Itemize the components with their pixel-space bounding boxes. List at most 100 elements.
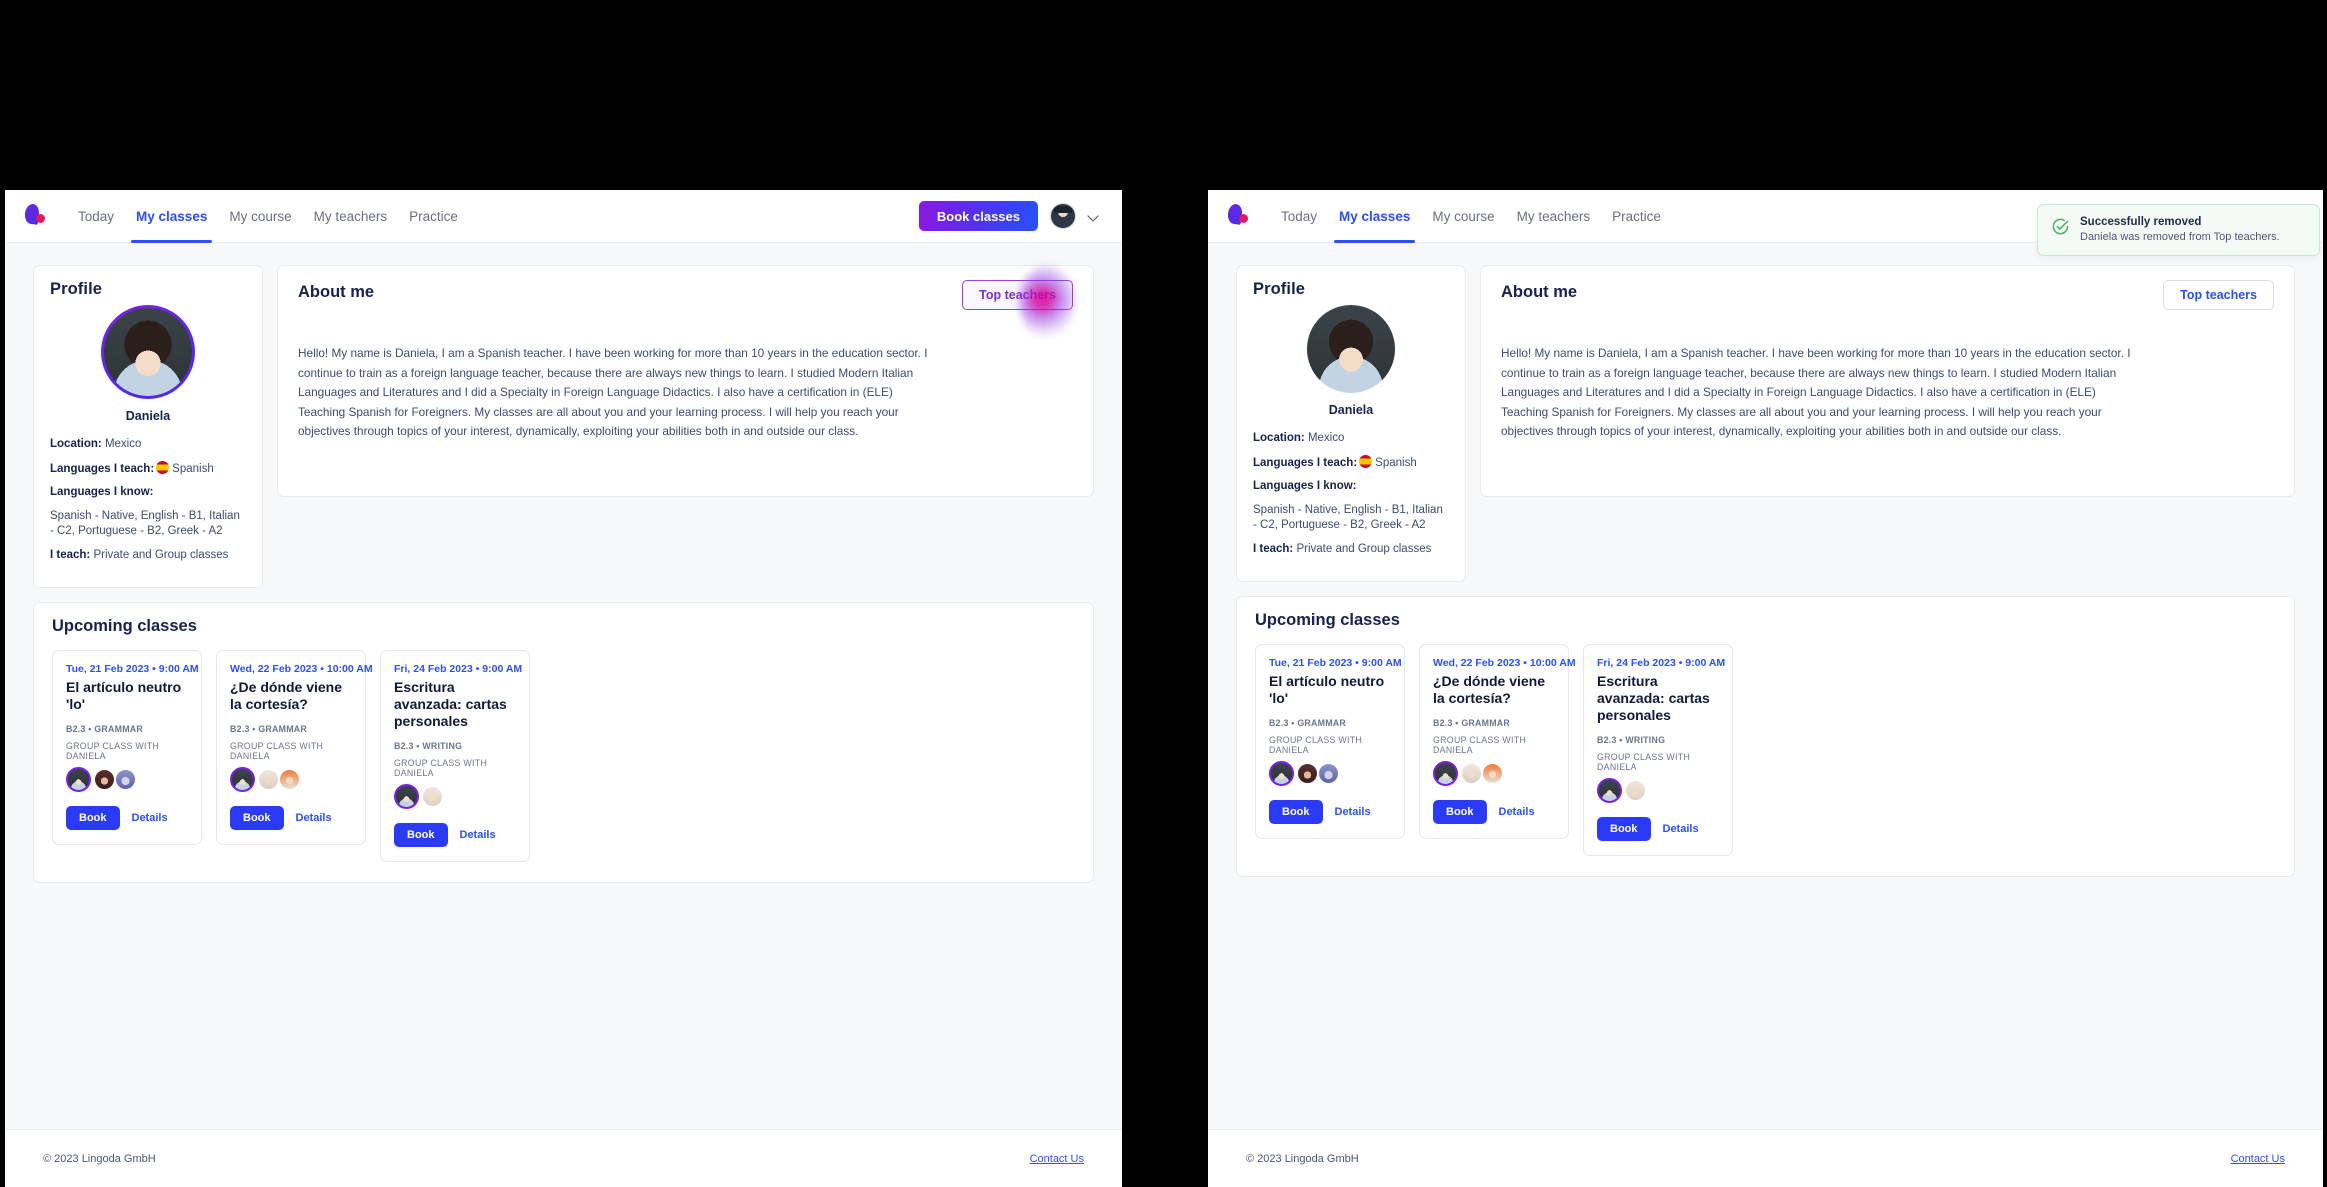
profile-knows-label: Languages I know: <box>1253 479 1449 495</box>
upcoming-classes-card: Upcoming classes Tue, 21 Feb 2023 • 9:00… <box>1236 596 2295 878</box>
profile-avatar-wrap <box>1253 305 1449 393</box>
class-actions: Book Details <box>1269 800 1391 825</box>
details-link[interactable]: Details <box>296 812 332 824</box>
location-label: Location: <box>50 438 102 450</box>
nav-item-my-course[interactable]: My course <box>1421 190 1505 242</box>
page-content: Profile Daniela Location: Mexico Languag… <box>1208 243 2323 878</box>
class-title: ¿De dónde viene la cortesía? <box>230 679 343 713</box>
attendee-avatar <box>1269 760 1294 786</box>
main-nav: Today My classes My course My teachers P… <box>1270 190 1672 243</box>
details-link[interactable]: Details <box>1663 823 1699 835</box>
profile-location: Location: Mexico <box>1253 431 1449 447</box>
details-link[interactable]: Details <box>1335 806 1371 818</box>
book-classes-button[interactable]: Book classes <box>918 201 1038 231</box>
success-toast: Successfully removed Daniela was removed… <box>2037 204 2320 257</box>
class-card[interactable]: Wed, 22 Feb 2023 • 10:00 AM ¿De dónde vi… <box>1419 644 1576 840</box>
class-card[interactable]: Tue, 21 Feb 2023 • 9:00 AM El artículo n… <box>1255 644 1405 840</box>
class-group-info: GROUP CLASS WITH DANIELA <box>230 741 324 762</box>
class-level-category: B2.3 • WRITING <box>1597 735 1719 745</box>
class-level: B2.3 • <box>1269 718 1295 729</box>
attendee-avatar <box>422 785 443 807</box>
teach-value: Spanish <box>172 462 214 475</box>
nav-item-today[interactable]: Today <box>1270 190 1328 242</box>
class-card[interactable]: Wed, 22 Feb 2023 • 10:00 AM ¿De dónde vi… <box>216 650 373 846</box>
details-link[interactable]: Details <box>460 829 496 841</box>
details-link[interactable]: Details <box>1499 806 1535 818</box>
attendee-avatars <box>66 766 188 792</box>
nav-item-today[interactable]: Today <box>67 190 125 242</box>
know-label: Languages I know: <box>1253 480 1357 493</box>
class-card[interactable]: Fri, 24 Feb 2023 • 9:00 AM Escritura ava… <box>1583 644 1733 857</box>
about-title: About me <box>298 283 375 301</box>
book-button[interactable]: Book <box>1433 800 1487 825</box>
book-button[interactable]: Book <box>1597 817 1651 842</box>
nav-item-my-teachers[interactable]: My teachers <box>303 190 399 242</box>
profile-about-row: Profile Daniela Location: Mexico Languag… <box>1236 265 2295 583</box>
chevron-down-icon[interactable] <box>1088 210 1100 222</box>
nav-item-my-teachers[interactable]: My teachers <box>1506 190 1602 242</box>
details-link[interactable]: Details <box>132 812 168 824</box>
top-bar-actions: Book classes <box>918 201 1122 231</box>
attendee-avatars <box>1269 760 1391 786</box>
lingoda-logo-icon[interactable] <box>23 201 53 231</box>
book-button[interactable]: Book <box>230 806 284 831</box>
contact-us-link[interactable]: Contact Us <box>1030 1153 1084 1165</box>
iteach-value: Private and Group classes <box>1296 542 1432 555</box>
toast-text-wrap: Successfully removed Daniela was removed… <box>2080 216 2280 244</box>
class-level-category: B2.3 • GRAMMAR <box>230 724 352 734</box>
left-browser-panel: Today My classes My course My teachers P… <box>5 190 1122 1187</box>
nav-item-practice[interactable]: Practice <box>1601 190 1672 242</box>
iteach-label: I teach: <box>50 548 91 561</box>
class-level-category: B2.3 • GRAMMAR <box>1269 718 1391 728</box>
class-card-row: Tue, 21 Feb 2023 • 9:00 AM El artículo n… <box>52 650 1075 863</box>
top-teachers-button[interactable]: Top teachers <box>962 280 1073 310</box>
book-button[interactable]: Book <box>66 806 120 831</box>
nav-item-my-course[interactable]: My course <box>218 190 302 242</box>
class-level: B2.3 • <box>1597 735 1623 746</box>
attendee-avatar <box>279 768 300 790</box>
logo-dot-shape <box>36 214 45 223</box>
spain-flag-icon <box>156 460 170 474</box>
main-nav: Today My classes My course My teachers P… <box>67 190 469 243</box>
class-group-info: GROUP CLASS WITH DANIELA <box>1269 735 1363 756</box>
user-avatar[interactable] <box>1050 203 1076 229</box>
location-label: Location: <box>1253 432 1305 444</box>
class-level: B2.3 • <box>230 724 256 735</box>
class-group-info: GROUP CLASS WITH DANIELA <box>66 741 160 762</box>
about-title: About me <box>1501 283 1578 301</box>
profile-about-row: Profile Daniela Location: Mexico Languag… <box>33 265 1094 589</box>
book-button[interactable]: Book <box>394 823 448 848</box>
class-level: B2.3 • <box>1433 718 1459 729</box>
nav-item-my-classes[interactable]: My classes <box>125 190 218 243</box>
class-level-category: B2.3 • WRITING <box>394 741 516 751</box>
attendee-avatar <box>394 783 419 809</box>
page-footer: © 2023 Lingoda GmbH Contact Us <box>5 1129 1122 1187</box>
teach-label: Languages I teach: <box>50 462 155 475</box>
contact-us-link[interactable]: Contact Us <box>2231 1153 2285 1165</box>
profile-knows-value: Spanish - Native, English - B1, Italian … <box>1253 503 1443 532</box>
class-category: WRITING <box>1625 735 1666 746</box>
book-button[interactable]: Book <box>1269 800 1323 825</box>
class-card[interactable]: Fri, 24 Feb 2023 • 9:00 AM Escritura ava… <box>380 650 530 863</box>
profile-location: Location: Mexico <box>50 437 246 453</box>
profile-iteach: I teach: Private and Group classes <box>1253 542 1449 558</box>
class-group-info: GROUP CLASS WITH DANIELA <box>394 758 488 779</box>
about-me-card: About me Top teachers Hello! My name is … <box>277 265 1094 497</box>
upcoming-title: Upcoming classes <box>1255 611 1400 630</box>
logo-dot-shape <box>1239 214 1248 223</box>
profile-teaches: Languages I teach: Spanish <box>1253 454 1449 472</box>
attendee-avatar <box>230 766 255 792</box>
nav-item-practice[interactable]: Practice <box>398 190 469 242</box>
teacher-name: Daniela <box>125 409 171 423</box>
class-level-category: B2.3 • GRAMMAR <box>66 724 188 734</box>
location-value: Mexico <box>1307 432 1345 444</box>
class-card[interactable]: Tue, 21 Feb 2023 • 9:00 AM El artículo n… <box>52 650 202 846</box>
teach-value: Spanish <box>1375 456 1417 469</box>
nav-item-my-classes[interactable]: My classes <box>1328 190 1421 243</box>
location-value: Mexico <box>104 438 142 450</box>
attendee-avatar <box>66 766 91 792</box>
top-navigation-bar: Today My classes My course My teachers P… <box>5 190 1122 243</box>
top-teachers-button[interactable]: Top teachers <box>2163 280 2274 310</box>
class-date: Fri, 24 Feb 2023 • 9:00 AM <box>1597 657 1726 670</box>
lingoda-logo-icon[interactable] <box>1226 201 1256 231</box>
